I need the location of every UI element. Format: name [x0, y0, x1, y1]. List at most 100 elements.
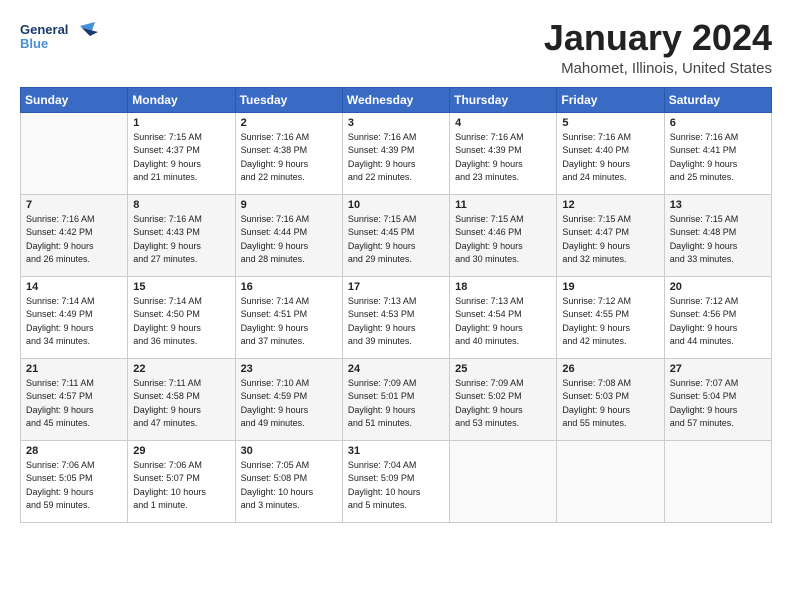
calendar-cell: 6 Sunrise: 7:16 AMSunset: 4:41 PMDaylight…: [664, 112, 771, 194]
day-number: 17: [348, 281, 444, 293]
day-info: Sunrise: 7:04 AMSunset: 5:09 PMDaylight:…: [348, 459, 444, 513]
calendar-cell: 31Sunrise: 7:04 AMSunset: 5:09 PMDayligh…: [342, 440, 449, 522]
day-number: 10: [348, 199, 444, 211]
day-number: 22: [133, 363, 229, 375]
day-number: 15: [133, 281, 229, 293]
day-info: Sunrise: 7:15 AMSunset: 4:47 PMDaylight:…: [562, 213, 658, 267]
day-number: 18: [455, 281, 551, 293]
calendar-cell: [664, 440, 771, 522]
day-info: Sunrise: 7:11 AMSunset: 4:58 PMDaylight:…: [133, 377, 229, 431]
day-number: 5: [562, 117, 658, 129]
calendar-week-2: 7 Sunrise: 7:16 AMSunset: 4:42 PMDaylight…: [21, 194, 772, 276]
calendar-cell: 18 Sunrise: 7:13 AMSunset: 4:54 PMDayligh…: [450, 276, 557, 358]
calendar-cell: 11 Sunrise: 7:15 AMSunset: 4:46 PMDayligh…: [450, 194, 557, 276]
calendar-cell: 10 Sunrise: 7:15 AMSunset: 4:45 PMDayligh…: [342, 194, 449, 276]
day-info: Sunrise: 7:16 AMSunset: 4:41 PMDaylight:…: [670, 131, 766, 185]
calendar-cell: [21, 112, 128, 194]
calendar-table: SundayMondayTuesdayWednesdayThursdayFrid…: [20, 87, 772, 523]
day-number: 3: [348, 117, 444, 129]
day-number: 14: [26, 281, 122, 293]
header-cell-friday: Friday: [557, 87, 664, 112]
day-info: Sunrise: 7:14 AMSunset: 4:51 PMDaylight:…: [241, 295, 337, 349]
logo: General Blue: [20, 18, 100, 56]
day-info: Sunrise: 7:16 AMSunset: 4:43 PMDaylight:…: [133, 213, 229, 267]
header-cell-monday: Monday: [128, 87, 235, 112]
subtitle: Mahomet, Illinois, United States: [544, 60, 772, 77]
calendar-cell: 5 Sunrise: 7:16 AMSunset: 4:40 PMDaylight…: [557, 112, 664, 194]
svg-text:Blue: Blue: [20, 36, 48, 51]
day-number: 24: [348, 363, 444, 375]
day-number: 6: [670, 117, 766, 129]
calendar-cell: 14 Sunrise: 7:14 AMSunset: 4:49 PMDayligh…: [21, 276, 128, 358]
calendar-body: 1Sunrise: 7:15 AMSunset: 4:37 PMDaylight…: [21, 112, 772, 522]
day-number: 7: [26, 199, 122, 211]
day-info: Sunrise: 7:10 AMSunset: 4:59 PMDaylight:…: [241, 377, 337, 431]
calendar-cell: [557, 440, 664, 522]
calendar-cell: 24 Sunrise: 7:09 AMSunset: 5:01 PMDayligh…: [342, 358, 449, 440]
calendar-cell: 27Sunrise: 7:07 AMSunset: 5:04 PMDayligh…: [664, 358, 771, 440]
calendar-cell: 16 Sunrise: 7:14 AMSunset: 4:51 PMDayligh…: [235, 276, 342, 358]
day-info: Sunrise: 7:12 AMSunset: 4:56 PMDaylight:…: [670, 295, 766, 349]
calendar-cell: 1Sunrise: 7:15 AMSunset: 4:37 PMDaylight…: [128, 112, 235, 194]
calendar-cell: 8 Sunrise: 7:16 AMSunset: 4:43 PMDaylight…: [128, 194, 235, 276]
calendar-cell: 17 Sunrise: 7:13 AMSunset: 4:53 PMDayligh…: [342, 276, 449, 358]
calendar-cell: 13Sunrise: 7:15 AMSunset: 4:48 PMDayligh…: [664, 194, 771, 276]
calendar-week-4: 21Sunrise: 7:11 AMSunset: 4:57 PMDayligh…: [21, 358, 772, 440]
day-info: Sunrise: 7:16 AMSunset: 4:39 PMDaylight:…: [348, 131, 444, 185]
day-info: Sunrise: 7:15 AMSunset: 4:46 PMDaylight:…: [455, 213, 551, 267]
day-info: Sunrise: 7:15 AMSunset: 4:48 PMDaylight:…: [670, 213, 766, 267]
day-info: Sunrise: 7:13 AMSunset: 4:53 PMDaylight:…: [348, 295, 444, 349]
day-info: Sunrise: 7:16 AMSunset: 4:40 PMDaylight:…: [562, 131, 658, 185]
day-number: 21: [26, 363, 122, 375]
day-info: Sunrise: 7:16 AMSunset: 4:39 PMDaylight:…: [455, 131, 551, 185]
calendar-cell: 12 Sunrise: 7:15 AMSunset: 4:47 PMDayligh…: [557, 194, 664, 276]
main-title: January 2024: [544, 18, 772, 58]
day-info: Sunrise: 7:14 AMSunset: 4:49 PMDaylight:…: [26, 295, 122, 349]
title-block: January 2024 Mahomet, Illinois, United S…: [544, 18, 772, 77]
calendar-cell: 3 Sunrise: 7:16 AMSunset: 4:39 PMDaylight…: [342, 112, 449, 194]
calendar-week-3: 14 Sunrise: 7:14 AMSunset: 4:49 PMDayligh…: [21, 276, 772, 358]
calendar-cell: 15 Sunrise: 7:14 AMSunset: 4:50 PMDayligh…: [128, 276, 235, 358]
day-info: Sunrise: 7:06 AMSunset: 5:05 PMDaylight:…: [26, 459, 122, 513]
day-number: 23: [241, 363, 337, 375]
day-number: 16: [241, 281, 337, 293]
svg-text:General: General: [20, 22, 68, 37]
day-number: 26: [562, 363, 658, 375]
calendar-cell: 30Sunrise: 7:05 AMSunset: 5:08 PMDayligh…: [235, 440, 342, 522]
header-cell-saturday: Saturday: [664, 87, 771, 112]
day-info: Sunrise: 7:08 AMSunset: 5:03 PMDaylight:…: [562, 377, 658, 431]
header-cell-thursday: Thursday: [450, 87, 557, 112]
calendar-cell: 2Sunrise: 7:16 AMSunset: 4:38 PMDaylight…: [235, 112, 342, 194]
calendar-cell: 25Sunrise: 7:09 AMSunset: 5:02 PMDayligh…: [450, 358, 557, 440]
day-number: 11: [455, 199, 551, 211]
calendar-cell: 29Sunrise: 7:06 AMSunset: 5:07 PMDayligh…: [128, 440, 235, 522]
day-number: 19: [562, 281, 658, 293]
day-info: Sunrise: 7:16 AMSunset: 4:42 PMDaylight:…: [26, 213, 122, 267]
calendar-cell: 22 Sunrise: 7:11 AMSunset: 4:58 PMDayligh…: [128, 358, 235, 440]
logo-icon: General Blue: [20, 18, 100, 56]
calendar-cell: 28 Sunrise: 7:06 AMSunset: 5:05 PMDayligh…: [21, 440, 128, 522]
day-number: 9: [241, 199, 337, 211]
day-info: Sunrise: 7:09 AMSunset: 5:01 PMDaylight:…: [348, 377, 444, 431]
calendar-cell: 26 Sunrise: 7:08 AMSunset: 5:03 PMDayligh…: [557, 358, 664, 440]
day-number: 4: [455, 117, 551, 129]
calendar-cell: 20Sunrise: 7:12 AMSunset: 4:56 PMDayligh…: [664, 276, 771, 358]
calendar-cell: 7 Sunrise: 7:16 AMSunset: 4:42 PMDaylight…: [21, 194, 128, 276]
calendar-cell: [450, 440, 557, 522]
day-info: Sunrise: 7:13 AMSunset: 4:54 PMDaylight:…: [455, 295, 551, 349]
header: General Blue January 2024 Mahomet, Illin…: [20, 18, 772, 77]
day-number: 2: [241, 117, 337, 129]
calendar-cell: 9 Sunrise: 7:16 AMSunset: 4:44 PMDaylight…: [235, 194, 342, 276]
day-number: 28: [26, 445, 122, 457]
header-cell-tuesday: Tuesday: [235, 87, 342, 112]
day-number: 29: [133, 445, 229, 457]
day-info: Sunrise: 7:16 AMSunset: 4:44 PMDaylight:…: [241, 213, 337, 267]
calendar-cell: 21Sunrise: 7:11 AMSunset: 4:57 PMDayligh…: [21, 358, 128, 440]
day-info: Sunrise: 7:07 AMSunset: 5:04 PMDaylight:…: [670, 377, 766, 431]
day-number: 12: [562, 199, 658, 211]
day-info: Sunrise: 7:15 AMSunset: 4:45 PMDaylight:…: [348, 213, 444, 267]
page: General Blue January 2024 Mahomet, Illin…: [0, 0, 792, 612]
day-info: Sunrise: 7:14 AMSunset: 4:50 PMDaylight:…: [133, 295, 229, 349]
day-number: 8: [133, 199, 229, 211]
day-info: Sunrise: 7:05 AMSunset: 5:08 PMDaylight:…: [241, 459, 337, 513]
